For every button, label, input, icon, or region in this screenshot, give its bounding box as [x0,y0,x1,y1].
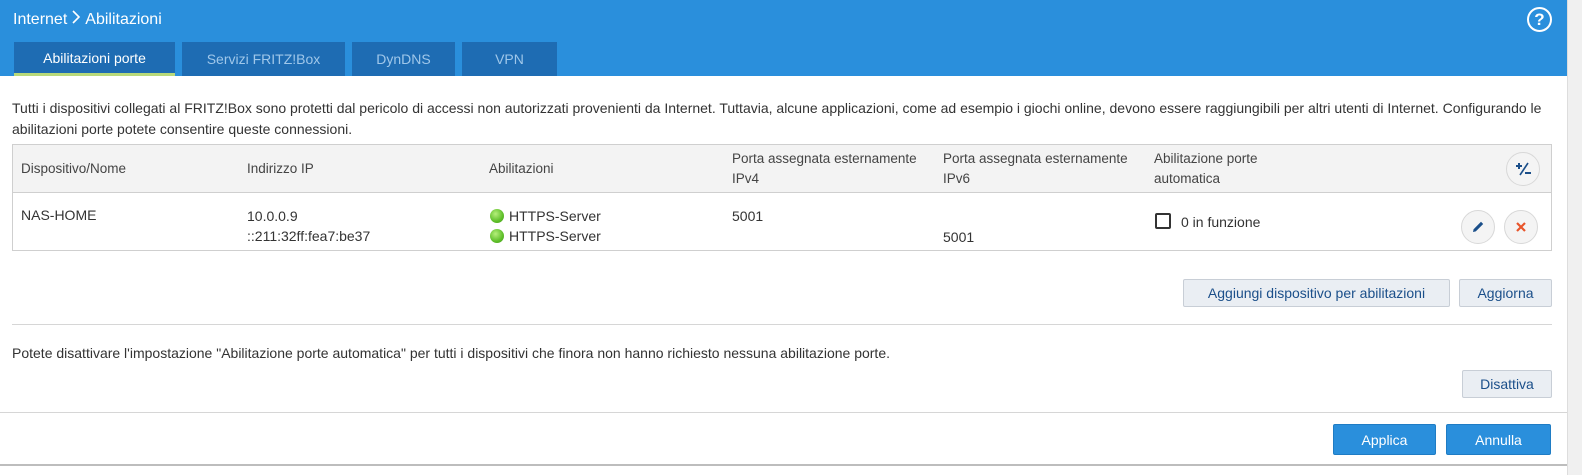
device-name: NAS-HOME [21,207,97,223]
page-header: Internet Abilitazioni ? Abilitazioni por… [0,0,1567,76]
apply-button[interactable]: Applica [1333,424,1436,455]
add-device-button[interactable]: Aggiungi dispositivo per abilitazioni [1183,279,1450,307]
close-icon[interactable] [1504,210,1538,244]
port-ipv6: 5001 [943,229,975,245]
tab-abilitazioni-porte[interactable]: Abilitazioni porte [14,42,175,76]
port-sharing-table: Dispositivo/Nome Indirizzo IP Abilitazio… [12,144,1552,251]
disable-info-text: Potete disattivare l'impostazione "Abili… [12,345,891,361]
tab-vpn[interactable]: VPN [462,42,557,76]
plus-minus-icon[interactable] [1506,152,1540,186]
disable-button[interactable]: Disattiva [1462,370,1552,398]
help-icon[interactable]: ? [1527,7,1552,32]
green-status-icon [490,229,504,243]
intro-text: Tutti i dispositivi collegati al FRITZ!B… [12,100,1542,137]
bottom-edge [0,464,1567,475]
ipv6-address: ::211:32ff:fea7:be37 [247,228,371,244]
cancel-button[interactable]: Annulla [1446,424,1551,455]
table-header: Dispositivo/Nome Indirizzo IP Abilitazio… [13,145,1551,193]
breadcrumb-parent[interactable]: Internet [13,11,67,29]
column-header-port-ipv6: Porta assegnata esternamente IPv6 [943,151,1128,186]
breadcrumb-current: Abilitazioni [85,10,162,28]
scrollbar[interactable] [1567,0,1582,475]
auto-port-checkbox[interactable] [1155,213,1171,229]
divider [12,324,1552,325]
column-header-shares: Abilitazioni [489,161,554,176]
share-label: HTTPS-Server [509,208,601,224]
auto-port-status: 0 in funzione [1181,214,1261,230]
column-header-auto: Abilitazione porte automatica [1154,151,1258,186]
share-entry: HTTPS-Server [490,206,601,226]
column-header-ip: Indirizzo IP [247,161,314,176]
refresh-button[interactable]: Aggiorna [1459,279,1552,307]
breadcrumb: Internet Abilitazioni [13,10,162,29]
column-header-port-ipv4: Porta assegnata esternamente IPv4 [732,151,917,186]
pencil-icon[interactable] [1461,210,1495,244]
port-ipv4: 5001 [732,208,764,224]
divider [0,412,1567,413]
column-header-device: Dispositivo/Nome [21,161,127,176]
share-entry: HTTPS-Server [490,226,601,246]
tab-servizi-fritzbox[interactable]: Servizi FRITZ!Box [182,42,345,76]
ipv4-address: 10.0.0.9 [247,208,298,224]
green-status-icon [490,209,504,223]
tab-dyndns[interactable]: DynDNS [352,42,455,76]
tab-bar: Abilitazioni porte Servizi FRITZ!Box Dyn… [14,42,557,76]
share-label: HTTPS-Server [509,228,601,244]
breadcrumb-separator-icon [71,10,81,29]
